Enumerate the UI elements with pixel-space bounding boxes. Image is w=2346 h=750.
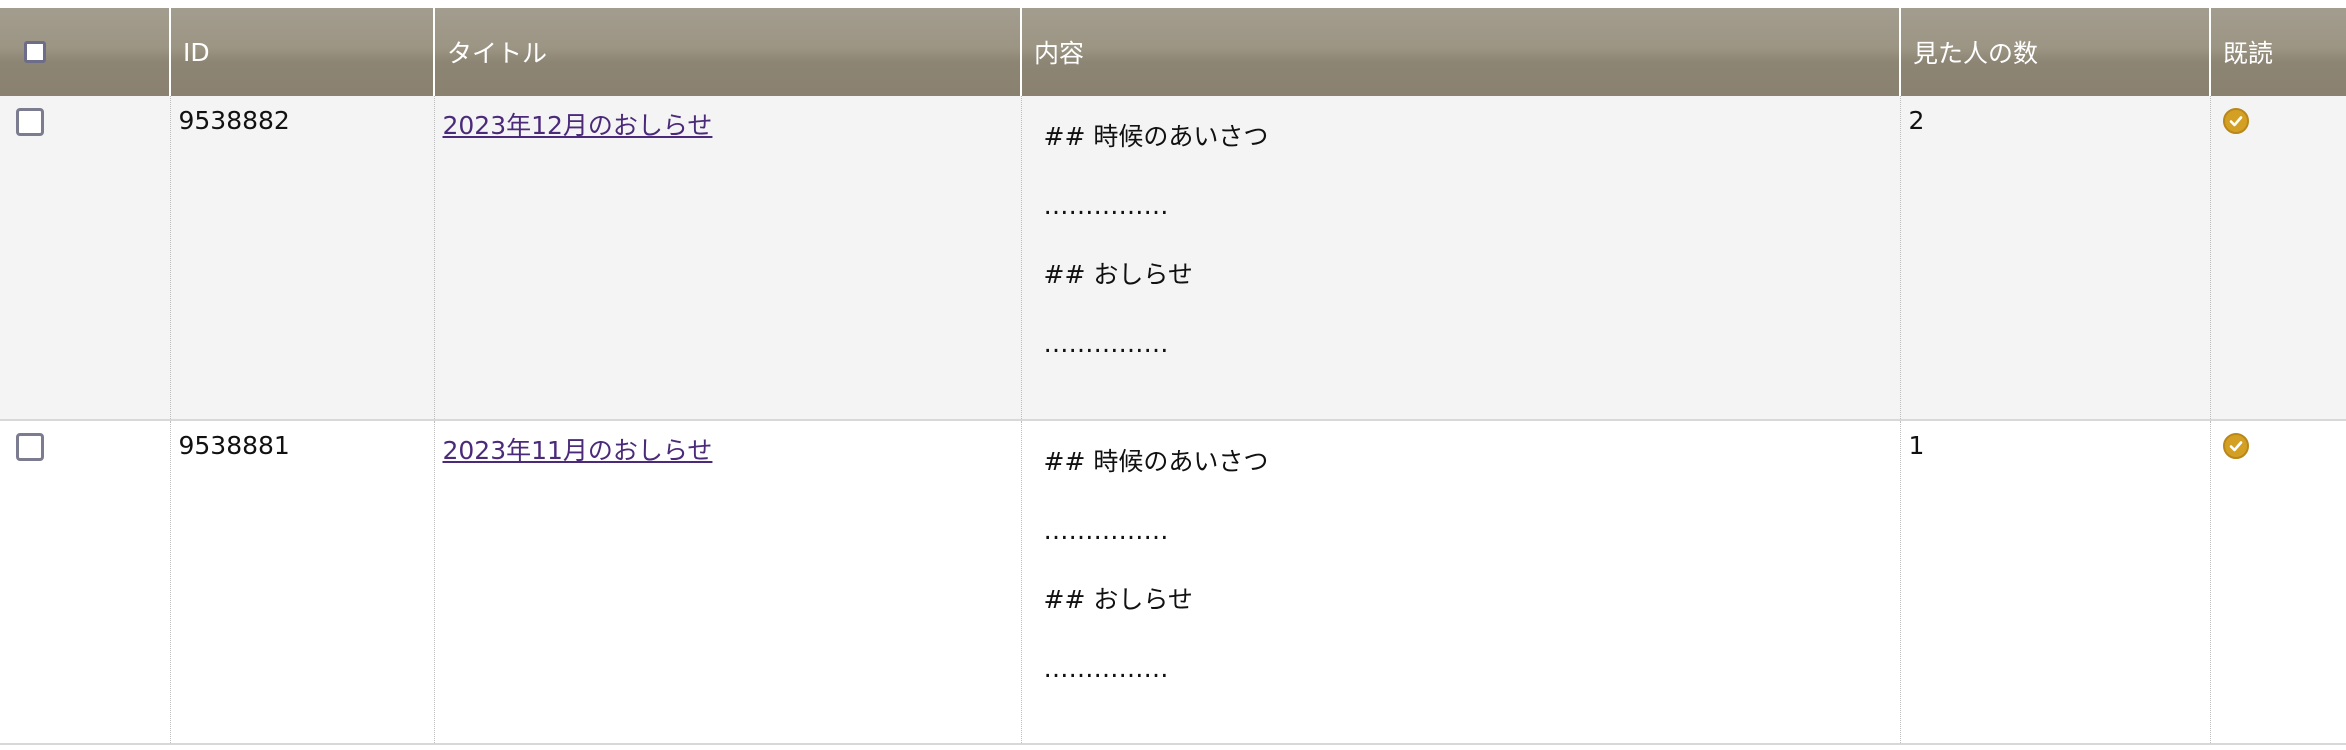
header-row: ID タイトル 内容 見た人の数 既読 <box>0 8 2346 96</box>
row-title-cell: 2023年12月のおしらせ <box>433 96 1021 421</box>
check-circle-icon <box>2222 433 2249 459</box>
header-select-all-cell <box>0 8 170 96</box>
row-title-link[interactable]: 2023年11月のおしらせ <box>443 436 713 465</box>
row-viewers: 1 <box>1899 420 2210 745</box>
select-all-checkbox[interactable] <box>24 41 46 63</box>
row-checkbox[interactable] <box>16 433 44 461</box>
table-row: 9538881 2023年11月のおしらせ ## 時候のあいさつ …………… #… <box>0 420 2346 745</box>
row-select-cell <box>0 420 170 745</box>
content-line: ## おしらせ <box>1043 585 1193 614</box>
row-viewers: 2 <box>1899 96 2210 421</box>
header-id[interactable]: ID <box>169 8 434 96</box>
table-header: ID タイトル 内容 見た人の数 既読 <box>0 8 2346 96</box>
row-content: ## 時候のあいさつ …………… ## おしらせ …………… <box>1030 431 1900 686</box>
content-line: ## 時候のあいさつ <box>1043 447 1269 476</box>
row-select-cell <box>0 96 170 421</box>
row-content: ## 時候のあいさつ …………… ## おしらせ …………… <box>1030 106 1900 361</box>
header-title[interactable]: タイトル <box>433 8 1021 96</box>
content-line: …………… <box>1043 329 1169 358</box>
row-content-cell: ## 時候のあいさつ …………… ## おしらせ …………… <box>1020 420 1900 745</box>
header-read[interactable]: 既読 <box>2209 8 2346 96</box>
row-id: 9538882 <box>169 96 434 421</box>
table-row: 9538882 2023年12月のおしらせ ## 時候のあいさつ …………… #… <box>0 96 2346 421</box>
row-title-link[interactable]: 2023年12月のおしらせ <box>443 111 713 140</box>
row-title-cell: 2023年11月のおしらせ <box>433 420 1021 745</box>
row-checkbox[interactable] <box>16 108 44 136</box>
check-circle-icon <box>2222 108 2249 134</box>
content-line: ## おしらせ <box>1043 260 1193 289</box>
row-read-cell <box>2209 96 2346 421</box>
row-content-cell: ## 時候のあいさつ …………… ## おしらせ …………… <box>1020 96 1900 421</box>
content-line: ## 時候のあいさつ <box>1043 122 1269 151</box>
notice-table-container: ID タイトル 内容 見た人の数 既読 9538882 2023年12月のおしら… <box>0 8 2346 745</box>
table-body: 9538882 2023年12月のおしらせ ## 時候のあいさつ …………… #… <box>0 96 2346 745</box>
header-content[interactable]: 内容 <box>1020 8 1900 96</box>
header-viewers[interactable]: 見た人の数 <box>1899 8 2210 96</box>
content-line: …………… <box>1043 654 1169 683</box>
notice-table: ID タイトル 内容 見た人の数 既読 9538882 2023年12月のおしら… <box>0 8 2346 745</box>
row-id: 9538881 <box>169 420 434 745</box>
row-read-cell <box>2209 420 2346 745</box>
content-line: …………… <box>1043 516 1169 545</box>
content-line: …………… <box>1043 191 1169 220</box>
